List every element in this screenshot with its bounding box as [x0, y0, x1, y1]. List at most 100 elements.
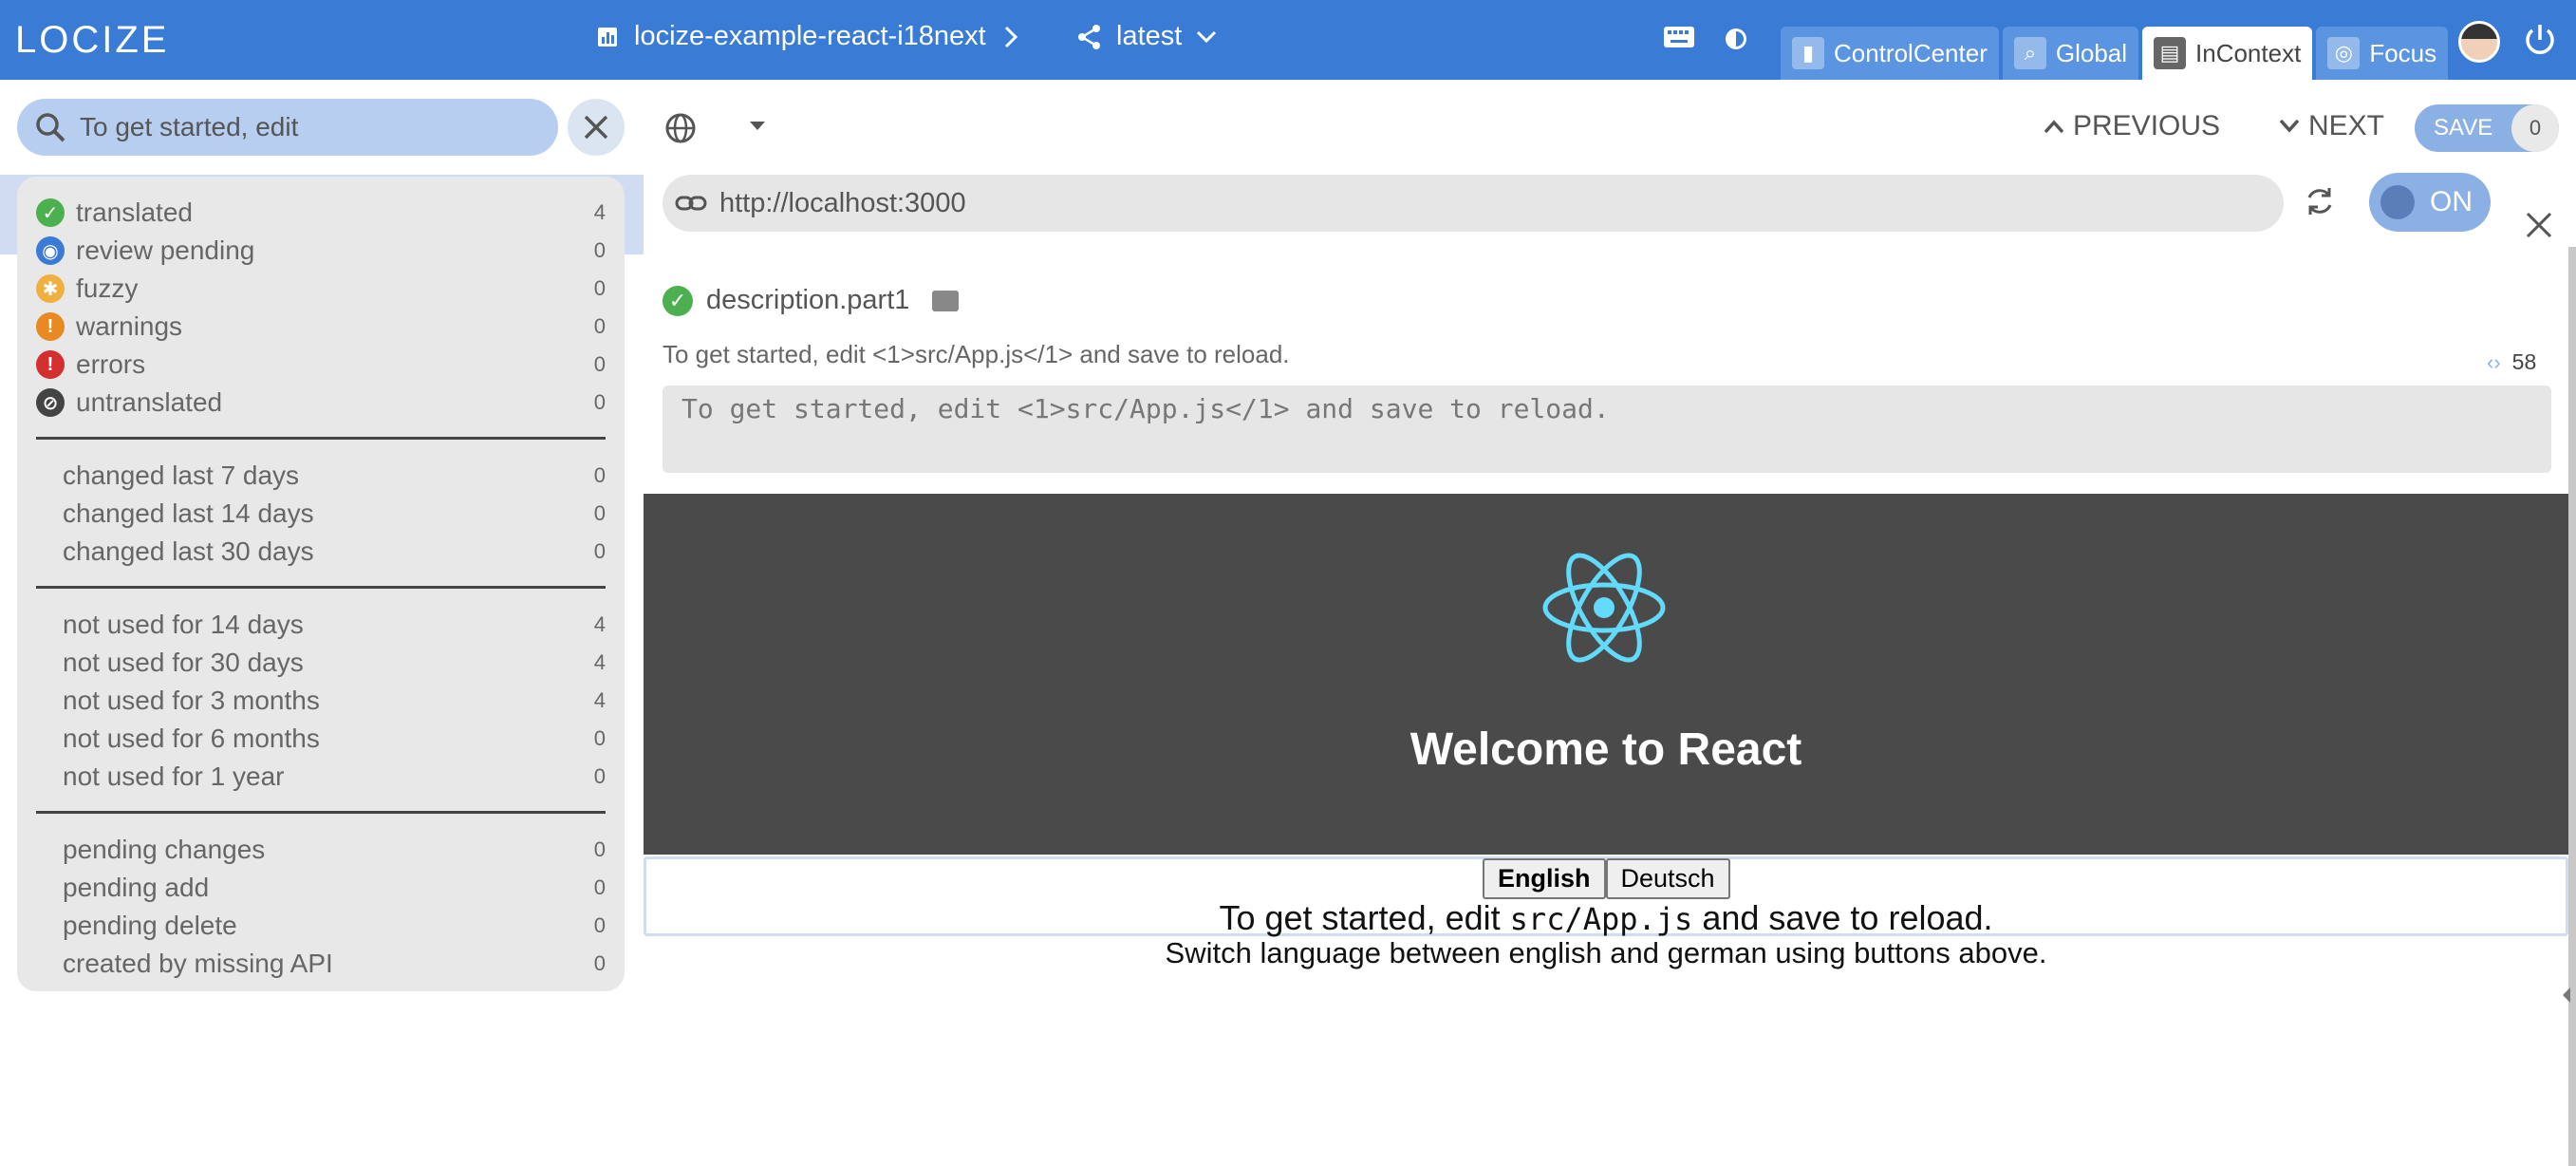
filter-count: 0 — [593, 913, 606, 937]
filter-unused-6m[interactable]: not used for 6 months 0 — [36, 720, 606, 758]
translation-editor[interactable]: To get started, edit <1>src/App.js</1> a… — [663, 386, 2551, 473]
mode-tabs: ▮ ControlCenter ⌕ Global ▤ InContext ◎ F… — [1781, 27, 2452, 80]
filter-label: errors — [76, 349, 146, 379]
filter-changed-14[interactable]: changed last 14 days 0 — [36, 495, 606, 533]
next-button[interactable]: NEXT — [2278, 110, 2384, 142]
filter-count: 0 — [593, 726, 606, 750]
filter-label: translated — [76, 197, 193, 227]
locize-logo[interactable]: LOCIZE — [15, 19, 169, 61]
language-dropdown-caret[interactable] — [750, 122, 765, 130]
url-bar[interactable]: http://localhost:3000 — [663, 175, 2284, 232]
power-icon[interactable] — [2521, 21, 2559, 59]
bar-chart-icon — [598, 27, 617, 47]
divider — [36, 811, 606, 814]
filter-label: pending add — [63, 873, 210, 902]
focus-icon: ◎ — [2327, 37, 2361, 69]
version-selector[interactable]: latest — [1076, 21, 1218, 52]
exclamation-icon: ! — [36, 350, 65, 379]
char-count: ‹› 58 — [2487, 349, 2536, 375]
filter-fuzzy[interactable]: ✱ fuzzy 0 — [36, 270, 606, 308]
filter-untranslated[interactable]: ⊘ untranslated 0 — [36, 384, 606, 422]
filter-count: 0 — [593, 764, 606, 788]
divider — [36, 586, 606, 589]
filter-review-pending[interactable]: ◉ review pending 0 — [36, 232, 606, 270]
key-header: ✓ description.part1 — [663, 285, 960, 316]
close-icon — [584, 115, 608, 140]
filter-count: 4 — [593, 650, 606, 674]
filter-errors[interactable]: ! errors 0 — [36, 346, 606, 384]
filter-count: 0 — [593, 951, 606, 975]
filter-unused-30d[interactable]: not used for 30 days 4 — [36, 644, 606, 682]
filter-label: not used for 6 months — [63, 724, 320, 753]
check-icon: ✓ — [36, 198, 65, 227]
divider — [36, 437, 606, 440]
filter-created-missing-api[interactable]: created by missing API 0 — [36, 945, 606, 983]
filter-warnings[interactable]: ! warnings 0 — [36, 308, 606, 346]
char-count-value: 58 — [2511, 349, 2537, 374]
link-icon — [675, 196, 707, 211]
bar-chart-icon: ▮ — [1792, 37, 1824, 69]
filter-label: changed last 7 days — [63, 461, 300, 490]
incontext-toggle[interactable]: ON — [2369, 173, 2491, 232]
filter-label: changed last 14 days — [63, 498, 314, 528]
filter-label: not used for 14 days — [63, 610, 304, 639]
filter-unused-1y[interactable]: not used for 1 year 0 — [36, 758, 606, 796]
filter-pending-delete[interactable]: pending delete 0 — [36, 907, 606, 945]
user-avatar[interactable] — [2458, 21, 2500, 63]
close-icon[interactable] — [2525, 211, 2553, 239]
filter-count: 0 — [593, 463, 606, 487]
filter-pending-add[interactable]: pending add 0 — [36, 869, 606, 907]
collapse-arrow-icon[interactable] — [2563, 987, 2570, 1003]
source-text: To get started, edit <1>src/App.js</1> a… — [663, 340, 1290, 368]
search-input[interactable]: To get started, edit — [80, 112, 298, 142]
deutsch-button[interactable]: Deutsch — [1605, 858, 1730, 899]
tab-incontext[interactable]: ▤ InContext — [2142, 27, 2313, 80]
filter-changed-7[interactable]: changed last 7 days 0 — [36, 457, 606, 495]
english-button[interactable]: English — [1483, 858, 1606, 899]
tab-global[interactable]: ⌕ Global — [2002, 27, 2139, 80]
brightness-icon[interactable] — [1722, 25, 1750, 53]
tab-label: InContext — [2195, 38, 2302, 67]
filter-pending-changes[interactable]: pending changes 0 — [36, 831, 606, 869]
filter-panel: ✓ translated 4 ◉ review pending 0 ✱ fuzz… — [17, 177, 625, 991]
hand-pointer-icon — [2380, 185, 2415, 219]
preview-description-line[interactable]: To get started, edit src/App.js and save… — [644, 898, 2568, 938]
url-text[interactable]: http://localhost:3000 — [719, 188, 966, 219]
keyboard-icon[interactable] — [1663, 25, 1695, 49]
clear-search-button[interactable] — [568, 99, 625, 156]
filter-count: 4 — [593, 612, 606, 636]
version-name: latest — [1116, 21, 1183, 51]
preview-switch-line[interactable]: Switch language between english and germ… — [644, 936, 2568, 970]
filter-unused-14d[interactable]: not used for 14 days 4 — [36, 606, 606, 644]
filter-unused-3m[interactable]: not used for 3 months 4 — [36, 682, 606, 720]
filter-label: not used for 30 days — [63, 648, 304, 677]
top-icon-group — [1663, 25, 1750, 53]
project-selector[interactable]: locize-example-react-i18next — [596, 21, 1020, 52]
scrollbar[interactable] — [2568, 247, 2576, 1166]
top-navbar: LOCIZE locize-example-react-i18next late… — [0, 0, 2576, 80]
filter-translated[interactable]: ✓ translated 4 — [36, 194, 606, 232]
next-label: NEXT — [2308, 110, 2385, 141]
filter-count: 0 — [593, 501, 606, 525]
search-field[interactable]: To get started, edit — [17, 99, 558, 156]
key-name: description.part1 — [706, 285, 910, 315]
previous-button[interactable]: PREVIOUS — [2043, 110, 2220, 142]
exclamation-icon: ! — [36, 312, 65, 341]
filter-changed-30[interactable]: changed last 30 days 0 — [36, 533, 606, 571]
search-image-icon[interactable] — [932, 290, 960, 311]
filter-count: 0 — [593, 390, 606, 414]
previous-label: PREVIOUS — [2073, 110, 2221, 141]
check-icon: ✓ — [663, 285, 693, 316]
tab-controlcenter[interactable]: ▮ ControlCenter — [1781, 27, 1999, 80]
refresh-icon[interactable] — [2301, 182, 2339, 220]
search-icon — [36, 113, 65, 142]
tab-label: ControlCenter — [1834, 38, 1988, 67]
filter-label: not used for 3 months — [63, 686, 320, 715]
tab-focus[interactable]: ◎ Focus — [2316, 27, 2449, 80]
filter-label: created by missing API — [63, 949, 333, 978]
save-button[interactable]: SAVE 0 — [2415, 104, 2559, 152]
filter-count: 0 — [593, 837, 606, 861]
project-name: locize-example-react-i18next — [634, 21, 986, 51]
globe-icon[interactable] — [664, 112, 697, 144]
chevron-down-icon — [1197, 30, 1217, 43]
